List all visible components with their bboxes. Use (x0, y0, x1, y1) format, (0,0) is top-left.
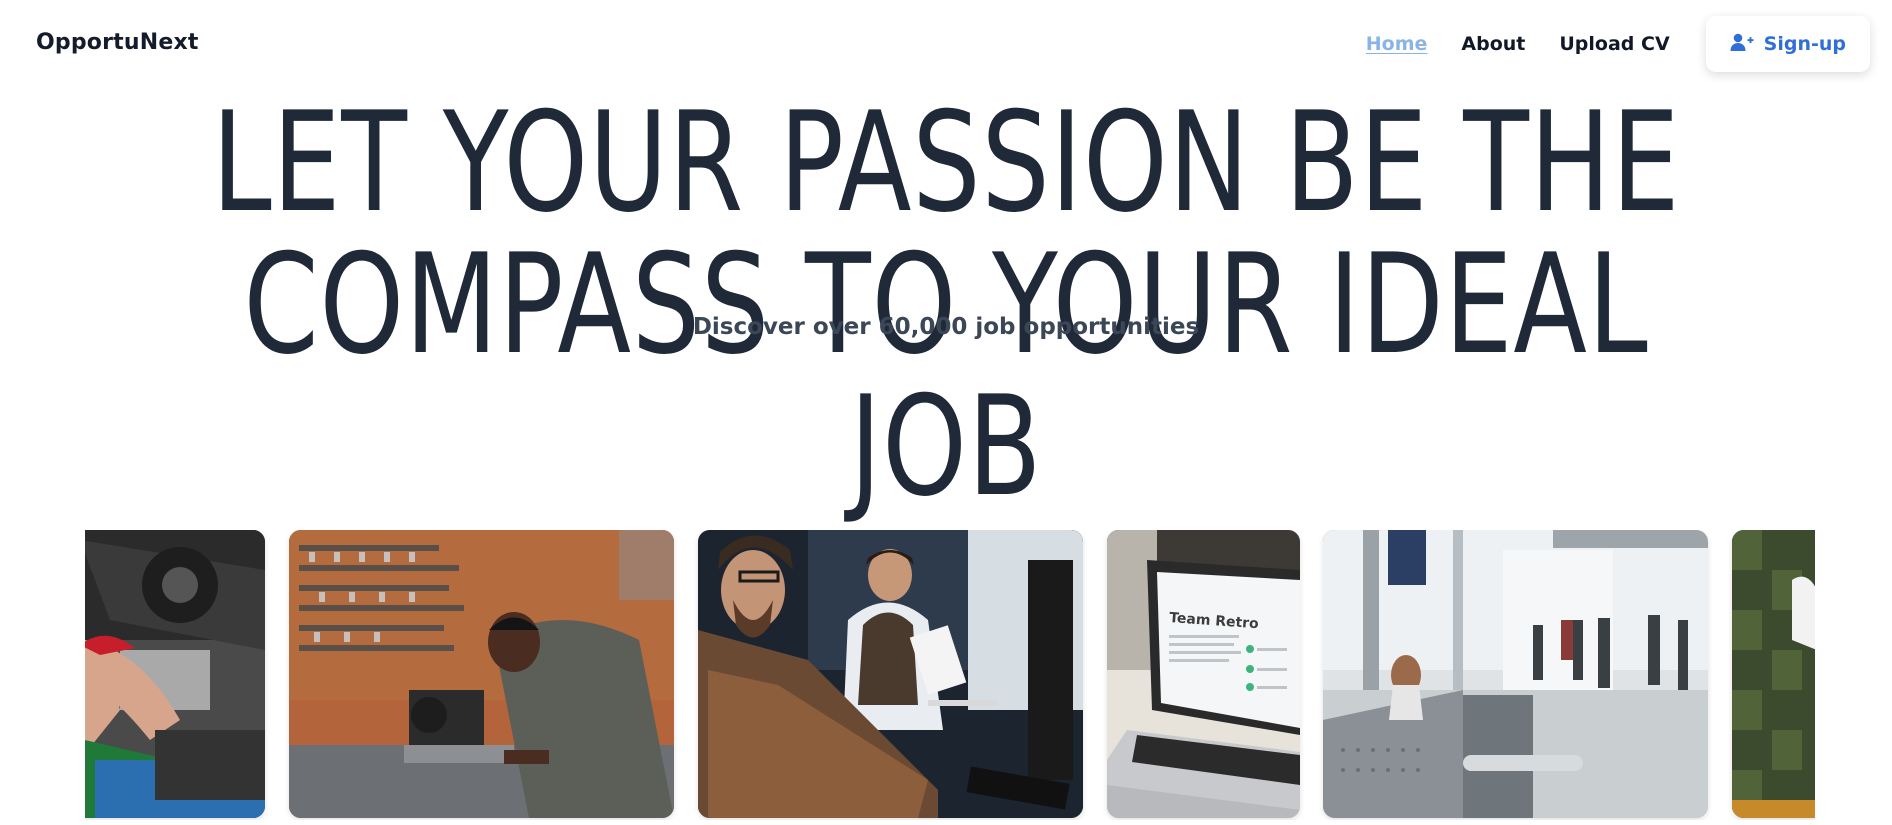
gallery-image-office-worker (698, 530, 1083, 818)
gallery-image-laptop: Team Retro (1107, 530, 1300, 818)
hero-headline-line1: LET YOUR PASSION BE THE (211, 82, 1681, 243)
gallery-image-reception (1323, 530, 1708, 818)
gallery-image-textile (1732, 530, 1815, 818)
user-plus-icon (1730, 32, 1754, 57)
hero-headline-line2: COMPASS TO YOUR IDEAL JOB (243, 224, 1649, 527)
nav-menu: Home About Upload CV Sign-up (1366, 16, 1870, 72)
brand-logo[interactable]: OpportuNext (36, 30, 199, 55)
gallery-image-mechanic (85, 530, 265, 818)
hero-section: LET YOUR PASSION BE THE COMPASS TO YOUR … (0, 92, 1892, 518)
signup-button[interactable]: Sign-up (1705, 16, 1870, 72)
hero-headline: LET YOUR PASSION BE THE COMPASS TO YOUR … (208, 92, 1684, 518)
hero-subtitle: Discover over 60,000 job opportunities (692, 314, 1200, 340)
image-carousel[interactable]: Team Retro (85, 530, 1815, 820)
signup-label: Sign-up (1763, 33, 1846, 55)
carousel-track: Team Retro (85, 530, 1815, 820)
top-navigation: OpportuNext Home About Upload CV Sign-up (0, 0, 1892, 94)
gallery-image-key-workshop (289, 530, 674, 818)
nav-about[interactable]: About (1461, 33, 1525, 55)
nav-home[interactable]: Home (1366, 33, 1428, 55)
nav-upload-cv[interactable]: Upload CV (1559, 33, 1669, 55)
